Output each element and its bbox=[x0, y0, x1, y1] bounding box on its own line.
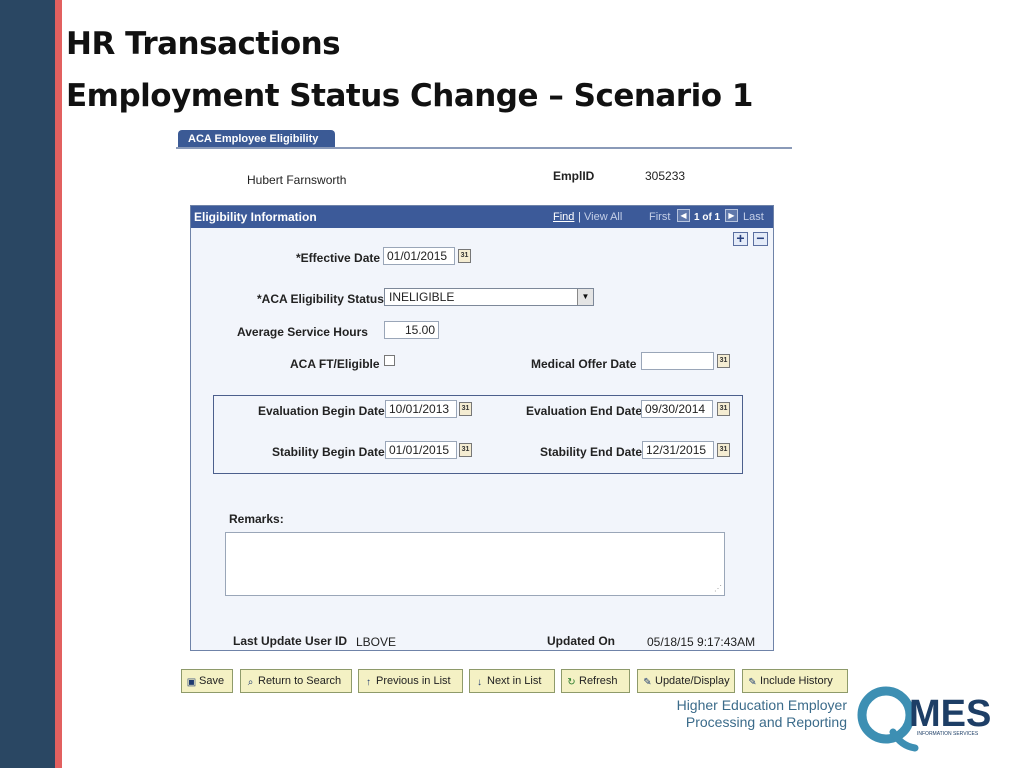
slide-title-line1: HR Transactions bbox=[66, 26, 341, 62]
stab-begin-label: Stability Begin Date bbox=[272, 445, 385, 459]
save-button-label: Save bbox=[199, 675, 225, 687]
return-to-search-button[interactable]: ⌕ Return to Search bbox=[240, 669, 352, 693]
slide-title-line2: Employment Status Change – Scenario 1 bbox=[66, 77, 753, 114]
tab-aca-employee-eligibility[interactable]: ACA Employee Eligibility bbox=[178, 130, 335, 148]
next-in-list-label: Next in List bbox=[487, 675, 542, 687]
eval-begin-label: Evaluation Begin Date bbox=[258, 404, 385, 418]
footer-tagline-line2: Processing and Reporting bbox=[685, 714, 847, 730]
calendar-icon[interactable]: 31 bbox=[717, 354, 730, 368]
medical-offer-field[interactable] bbox=[641, 352, 714, 370]
eval-begin-field[interactable]: 10/01/2013 bbox=[385, 400, 457, 418]
update-display-icon: ✎ bbox=[643, 677, 652, 688]
refresh-icon: ↻ bbox=[567, 677, 576, 688]
emplid-value: 305233 bbox=[645, 169, 686, 183]
effective-date-label: *Effective Date bbox=[296, 251, 381, 265]
calendar-icon[interactable]: 31 bbox=[459, 443, 472, 457]
last-update-label: Last Update User ID bbox=[233, 634, 348, 648]
medical-offer-label: Medical Offer Date bbox=[531, 357, 637, 371]
row-count: 1 of 1 bbox=[694, 212, 721, 223]
next-row-icon[interactable]: ▶ bbox=[725, 209, 738, 222]
omes-logo: MES INFORMATION SERVICES bbox=[857, 686, 991, 752]
aca-ft-label: ACA FT/Eligible bbox=[290, 357, 380, 371]
stab-end-label: Stability End Date bbox=[540, 445, 643, 459]
employee-name: Hubert Farnsworth bbox=[247, 173, 347, 187]
remarks-label: Remarks: bbox=[229, 512, 284, 526]
previous-list-icon: ↑ bbox=[366, 677, 371, 688]
refresh-label: Refresh bbox=[579, 675, 618, 687]
return-to-search-label: Return to Search bbox=[258, 675, 342, 687]
slide-accent-stripe bbox=[55, 0, 62, 768]
delete-row-icon[interactable]: − bbox=[753, 231, 768, 246]
first-link[interactable]: First bbox=[649, 211, 670, 223]
eval-end-label: Evaluation End Date bbox=[526, 404, 643, 418]
previous-in-list-button[interactable]: ↑ Previous in List bbox=[358, 669, 463, 693]
resize-grip-icon[interactable]: ⋰ bbox=[714, 584, 722, 593]
last-update-value: LBOVE bbox=[356, 635, 397, 649]
footer-tagline: Higher Education Employer Processing and… bbox=[600, 697, 847, 731]
footer-tagline-line1: Higher Education Employer bbox=[676, 697, 847, 713]
save-icon: ▣ bbox=[186, 677, 197, 688]
update-display-button[interactable]: ✎ Update/Display bbox=[637, 669, 735, 693]
add-row-icon[interactable]: + bbox=[733, 231, 748, 246]
slide-title: HR Transactions Employment Status Change… bbox=[66, 26, 753, 116]
find-link[interactable]: Find bbox=[553, 211, 574, 223]
slide-sidebar bbox=[0, 0, 55, 768]
stab-end-field[interactable]: 12/31/2015 bbox=[642, 441, 714, 459]
tab-underline bbox=[176, 147, 792, 149]
next-in-list-button[interactable]: ↓ Next in List bbox=[469, 669, 555, 693]
next-list-icon: ↓ bbox=[477, 677, 482, 688]
aca-status-select[interactable]: INELIGIBLE ▼ bbox=[384, 288, 594, 306]
last-link[interactable]: Last bbox=[743, 211, 764, 223]
aca-status-value: INELIGIBLE bbox=[389, 290, 455, 304]
avg-hours-field[interactable]: 15.00 bbox=[384, 321, 439, 339]
previous-in-list-label: Previous in List bbox=[376, 675, 451, 687]
avg-hours-label: Average Service Hours bbox=[237, 325, 368, 339]
save-button[interactable]: ▣ Save bbox=[181, 669, 233, 693]
calendar-icon[interactable]: 31 bbox=[717, 443, 730, 457]
panel-header: Eligibility Information Find | View All … bbox=[191, 206, 773, 228]
logo-subtext: INFORMATION SERVICES bbox=[917, 731, 979, 737]
nav-separator: | bbox=[578, 211, 581, 223]
search-icon: ⌕ bbox=[247, 677, 254, 688]
update-display-label: Update/Display bbox=[655, 675, 730, 687]
refresh-button[interactable]: ↻ Refresh bbox=[561, 669, 630, 693]
eligibility-panel: Eligibility Information Find | View All … bbox=[190, 205, 774, 651]
emplid-label: EmplID bbox=[553, 169, 595, 183]
chevron-down-icon[interactable]: ▼ bbox=[577, 289, 593, 305]
eval-end-field[interactable]: 09/30/2014 bbox=[641, 400, 713, 418]
aca-status-label: *ACA Eligibility Status bbox=[257, 292, 384, 306]
aca-ft-checkbox[interactable] bbox=[384, 355, 395, 366]
logo-wordmark: MES bbox=[909, 693, 991, 735]
calendar-icon[interactable]: 31 bbox=[459, 402, 472, 416]
effective-date-field[interactable]: 01/01/2015 bbox=[383, 247, 455, 265]
updated-on-value: 05/18/15 9:17:43AM bbox=[647, 635, 756, 649]
previous-row-icon[interactable]: ◀ bbox=[677, 209, 690, 222]
include-history-icon: ✎ bbox=[748, 677, 757, 688]
calendar-icon[interactable]: 31 bbox=[717, 402, 730, 416]
include-history-button[interactable]: ✎ Include History bbox=[742, 669, 848, 693]
include-history-label: Include History bbox=[760, 675, 833, 687]
panel-title: Eligibility Information bbox=[194, 210, 317, 224]
stab-begin-field[interactable]: 01/01/2015 bbox=[385, 441, 457, 459]
remarks-textarea[interactable]: ⋰ bbox=[225, 532, 725, 596]
view-all-link[interactable]: View All bbox=[584, 211, 622, 223]
calendar-icon[interactable]: 31 bbox=[458, 249, 471, 263]
updated-on-label: Updated On bbox=[547, 634, 615, 648]
